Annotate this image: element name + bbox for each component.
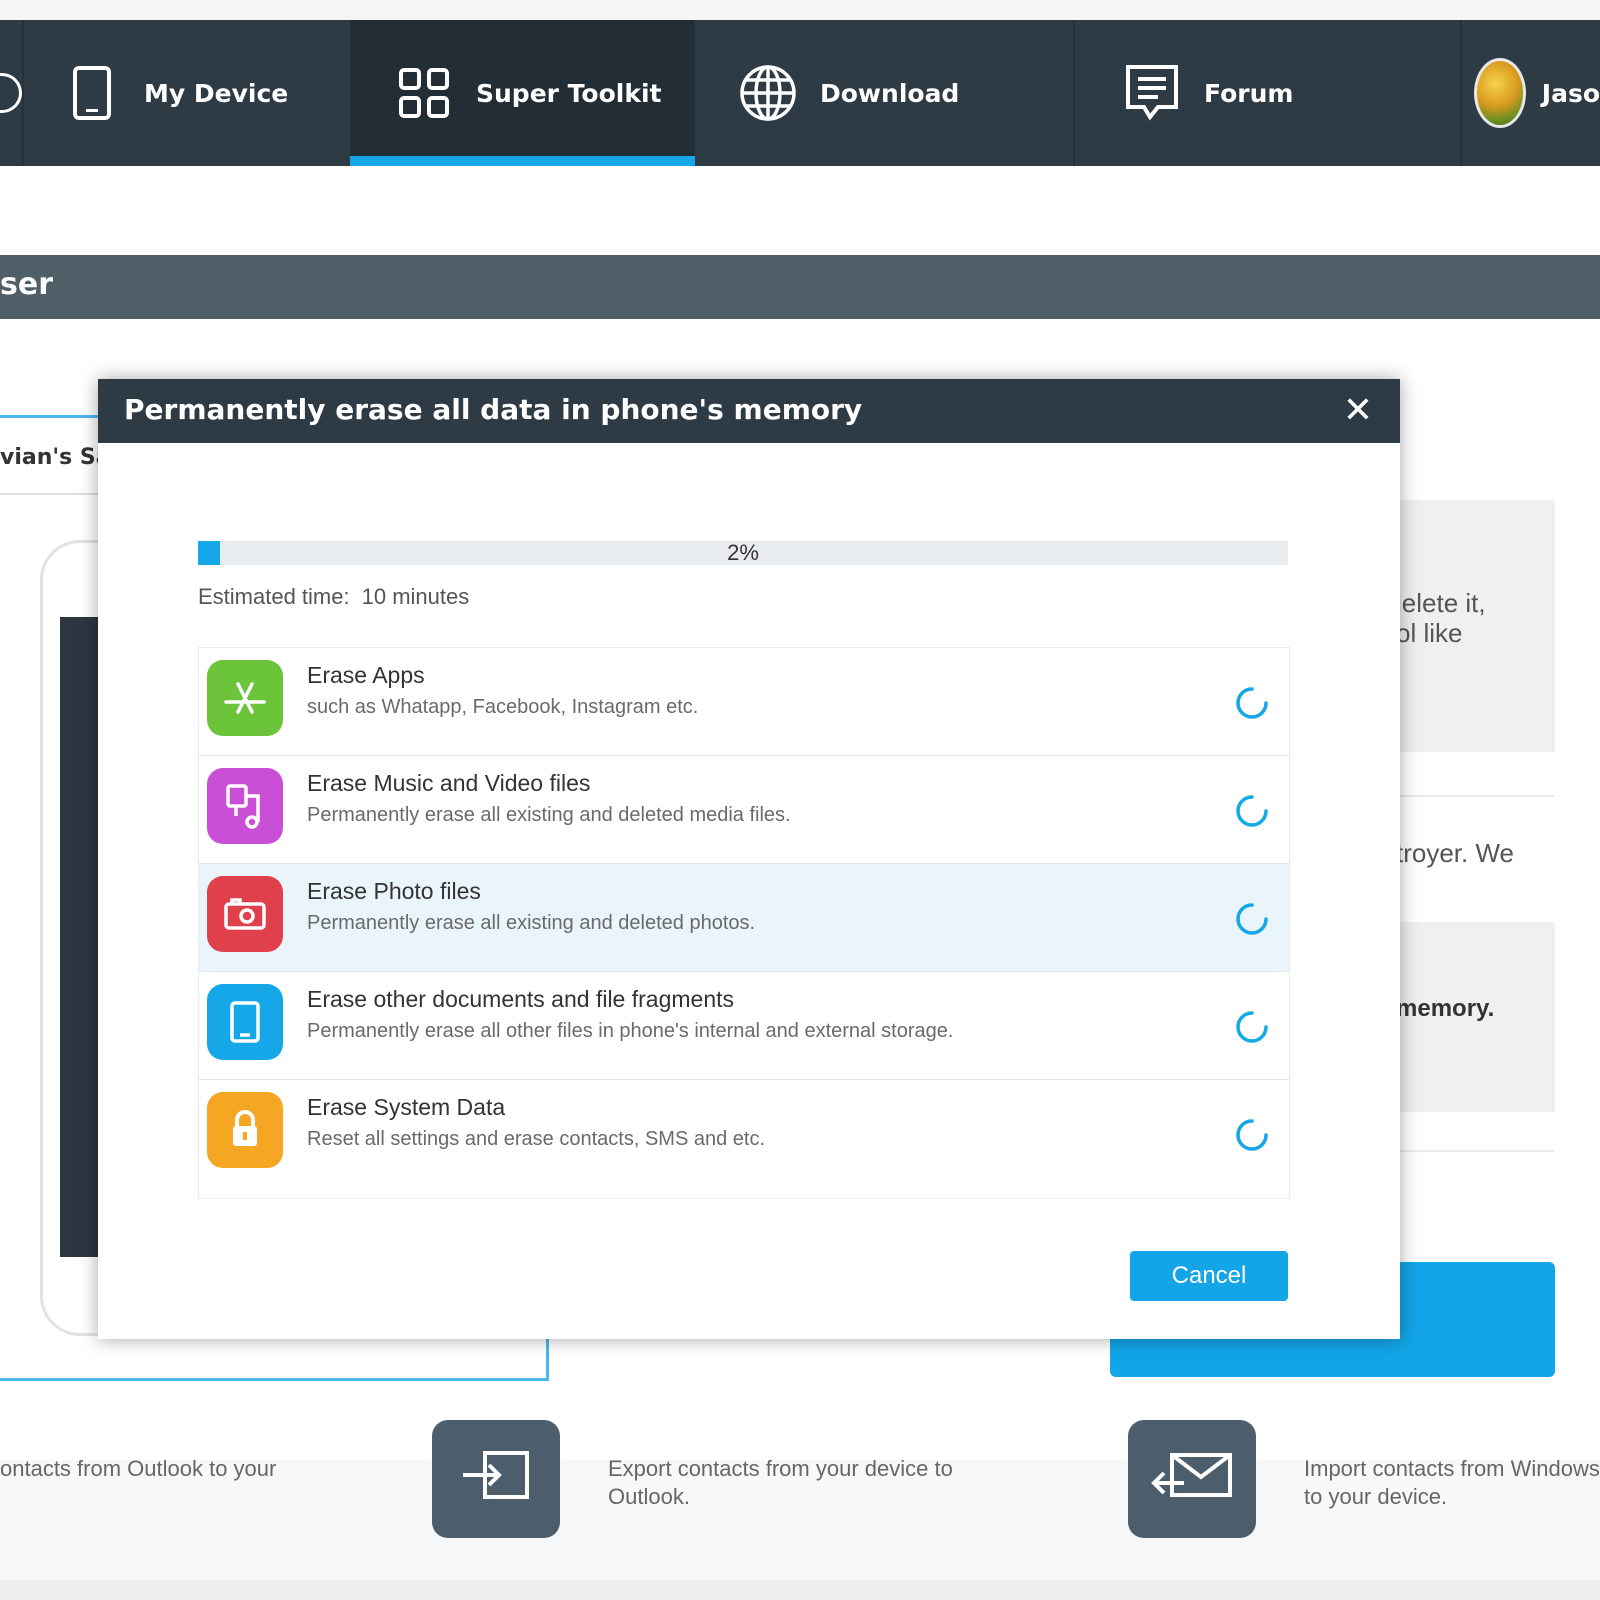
user-profile[interactable]: Jaso [1474, 20, 1600, 166]
nav-label: Forum [1204, 78, 1294, 108]
nav-item-partial[interactable] [0, 20, 22, 166]
bottom-divider [0, 1580, 1600, 1600]
divider [1380, 1150, 1555, 1152]
top-nav-bar: My Device Super Toolkit Download Forum J… [0, 20, 1600, 166]
grid-icon [394, 63, 454, 123]
avatar [1474, 58, 1526, 128]
estimated-time-value: 10 minutes [361, 584, 470, 609]
item-description: Permanently erase all existing and delet… [307, 804, 791, 826]
list-item: Erase Apps such as Whatapp, Facebook, In… [199, 648, 1289, 756]
dialog-title: Permanently erase all data in phone's me… [124, 393, 863, 426]
list-item: Erase Music and Video files Permanently … [199, 756, 1289, 864]
erase-dialog: Permanently erase all data in phone's me… [98, 379, 1400, 1339]
close-icon[interactable]: ✕ [1338, 391, 1378, 431]
nav-item-super-toolkit[interactable]: Super Toolkit [350, 20, 695, 166]
list-item: Erase Photo files Permanently erase all … [199, 864, 1289, 972]
tool-description: ontacts from Outlook to your [0, 1456, 277, 1481]
lock-icon [207, 1092, 283, 1168]
item-title: Erase other documents and file fragments [307, 986, 735, 1012]
tool-description: Import contacts from Windows to your dev… [1304, 1456, 1600, 1509]
device-card-divider [0, 493, 110, 495]
item-title: Erase Apps [307, 662, 425, 688]
progress-percent: 2% [727, 540, 759, 565]
list-item: Erase System Data Reset all settings and… [199, 1080, 1289, 1188]
user-name: Jaso [1541, 78, 1600, 108]
chat-icon [1122, 63, 1182, 123]
info-text: troyer. We [1396, 838, 1515, 868]
item-description: Permanently erase all existing and delet… [307, 912, 756, 934]
item-title: Erase Music and Video files [307, 770, 591, 796]
phone-icon [207, 984, 283, 1060]
list-item: Erase other documents and file fragments… [199, 972, 1289, 1080]
dialog-header: Permanently erase all data in phone's me… [98, 379, 1400, 443]
export-to-outlook-tile[interactable] [432, 1420, 560, 1538]
partial-icon [0, 73, 22, 113]
nav-item-download[interactable]: Download [738, 20, 1058, 166]
estimated-time-label: Estimated time: [198, 584, 350, 609]
info-text: memory. [1396, 995, 1495, 1022]
loading-spinner-icon [1236, 1011, 1268, 1043]
erase-task-list: Erase Apps such as Whatapp, Facebook, In… [198, 647, 1290, 1199]
camera-icon [207, 876, 283, 952]
item-description: such as Whatapp, Facebook, Instagram etc… [307, 696, 699, 718]
device-name: vian's Sa [0, 445, 111, 470]
info-text: ol like [1396, 618, 1463, 648]
nav-label: Super Toolkit [476, 78, 662, 108]
window-top-strip [0, 0, 1600, 20]
loading-spinner-icon [1236, 687, 1268, 719]
section-header-bar: ser [0, 255, 1600, 319]
nav-separator [1460, 20, 1462, 166]
nav-separator [22, 20, 24, 166]
loading-spinner-icon [1236, 1119, 1268, 1151]
music-video-icon [207, 768, 283, 844]
divider [1380, 795, 1555, 797]
item-description: Reset all settings and erase contacts, S… [307, 1128, 766, 1150]
nav-item-my-device[interactable]: My Device [62, 20, 342, 166]
envelope-icon [1150, 1447, 1234, 1512]
item-description: Permanently erase all other files in pho… [307, 1020, 954, 1042]
cancel-button[interactable]: Cancel [1130, 1251, 1288, 1301]
nav-label: My Device [144, 78, 289, 108]
item-title: Erase Photo files [307, 878, 481, 904]
app-store-icon [207, 660, 283, 736]
nav-label: Download [820, 78, 960, 108]
info-text: lelete it, [1396, 588, 1486, 618]
item-title: Erase System Data [307, 1094, 506, 1120]
tool-description: Export contacts from your device to Outl… [608, 1456, 953, 1509]
nav-separator [1073, 20, 1075, 166]
estimated-time: Estimated time: 10 minutes [198, 584, 481, 610]
nav-item-forum[interactable]: Forum [1122, 20, 1422, 166]
loading-spinner-icon [1236, 795, 1268, 827]
globe-icon [738, 63, 798, 123]
import-from-windows-tile[interactable] [1128, 1420, 1256, 1538]
export-icon [459, 1447, 533, 1512]
loading-spinner-icon [1236, 903, 1268, 935]
section-title: ser [0, 267, 53, 302]
progress-bar: 2% [198, 541, 1288, 565]
phone-icon [62, 63, 122, 123]
